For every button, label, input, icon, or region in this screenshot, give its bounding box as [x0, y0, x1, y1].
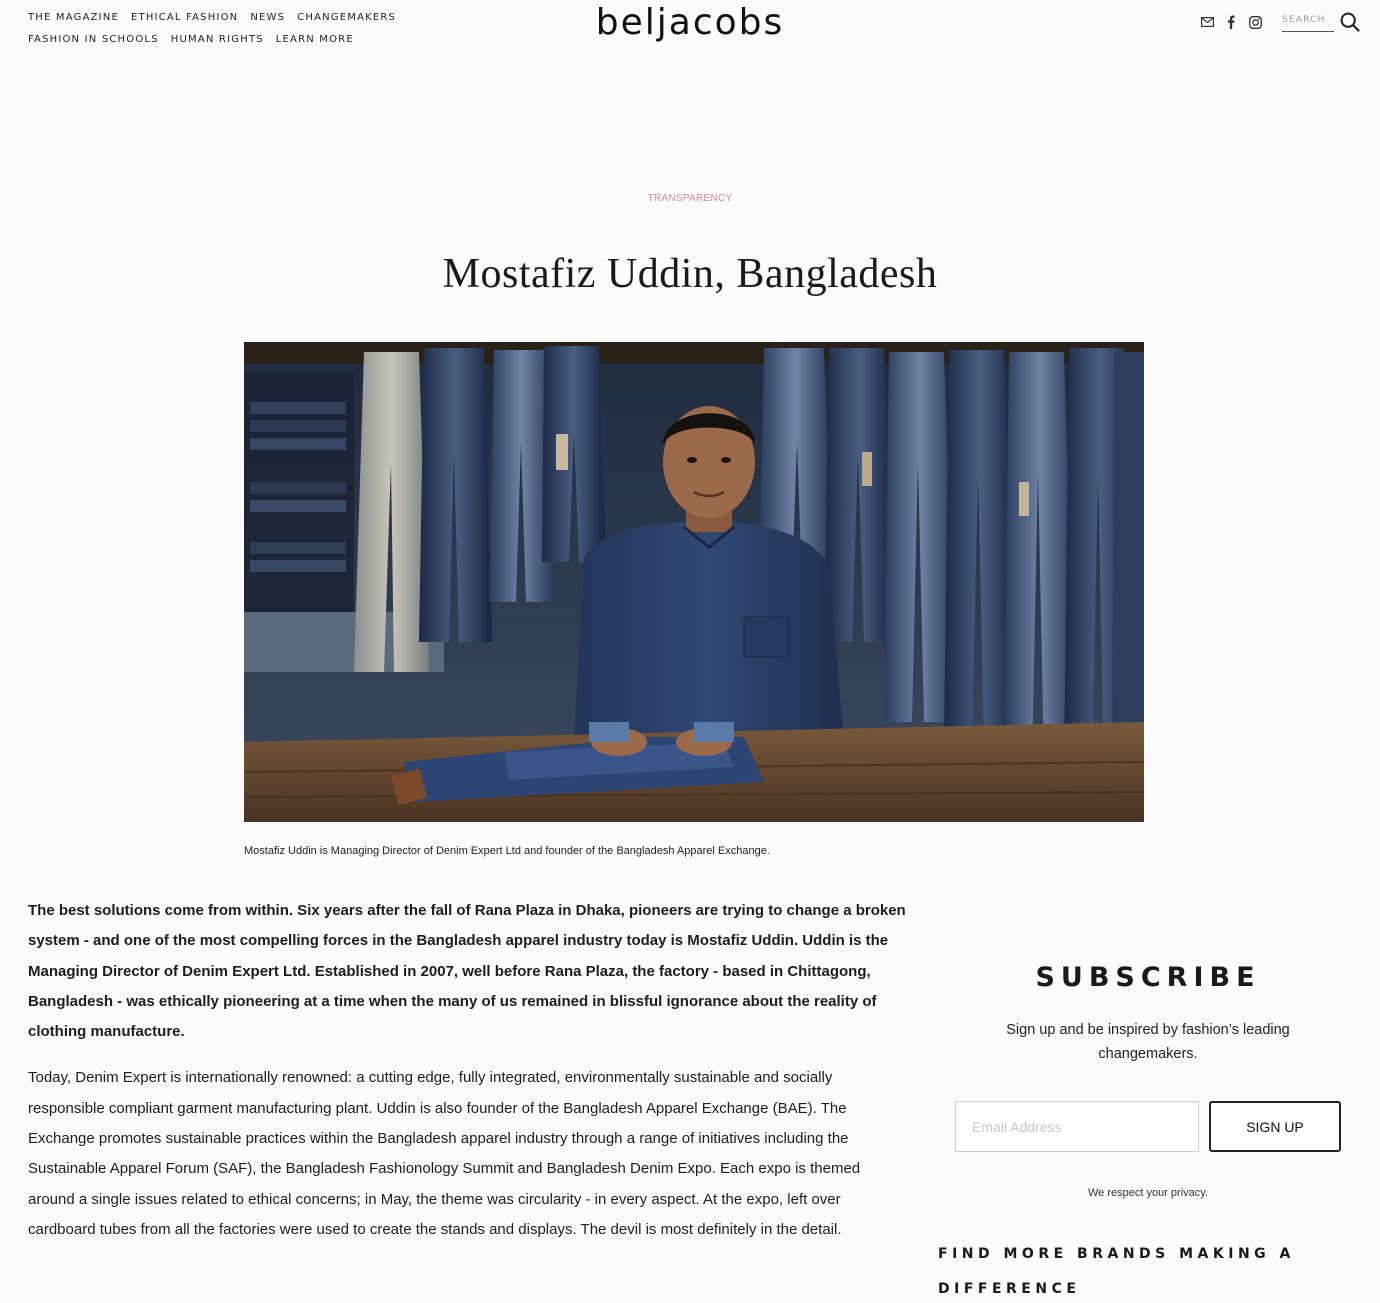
- nav-item-changemakers[interactable]: CHANGEMAKERS: [297, 12, 396, 23]
- nav-row-1: THE MAGAZINE ETHICAL FASHION NEWS CHANGE…: [28, 6, 428, 28]
- subscribe-description: Sign up and be inspired by fashion’s lea…: [1006, 1022, 1290, 1062]
- nav-item-learn-more[interactable]: LEARN MORE: [276, 34, 354, 45]
- article-paragraph: Today, Denim Expert is internationally r…: [28, 1069, 861, 1238]
- article-category[interactable]: TRANSPARENCY: [0, 193, 1380, 204]
- header-tools: [1200, 12, 1360, 32]
- hero-photo: [244, 342, 1144, 822]
- nav-item-news[interactable]: NEWS: [250, 12, 285, 23]
- signup-button[interactable]: SIGN UP: [1209, 1101, 1341, 1152]
- article-body: The best solutions come from within. Six…: [28, 896, 908, 1261]
- main-nav: THE MAGAZINE ETHICAL FASHION NEWS CHANGE…: [28, 6, 428, 50]
- photo-caption: Mostafiz Uddin is Managing Director of D…: [244, 845, 770, 857]
- nav-item-the-magazine[interactable]: THE MAGAZINE: [28, 12, 119, 23]
- nav-row-2: FASHION IN SCHOOLS HUMAN RIGHTS LEARN MO…: [28, 28, 428, 50]
- nav-item-human-rights[interactable]: HUMAN RIGHTS: [171, 34, 264, 45]
- privacy-note: We respect your privacy.: [1087, 1187, 1209, 1199]
- search-box: [1282, 12, 1360, 32]
- nav-item-ethical-fashion[interactable]: ETHICAL FASHION: [131, 12, 238, 23]
- find-more-brands-heading: FIND MORE BRANDS MAKING A DIFFERENCE: [938, 1246, 1295, 1297]
- mail-icon[interactable]: [1200, 15, 1214, 29]
- subscribe-title: SUBSCRIBE: [1035, 962, 1261, 993]
- search-icon[interactable]: [1340, 12, 1360, 32]
- nav-item-fashion-in-schools[interactable]: FASHION IN SCHOOLS: [28, 34, 159, 45]
- instagram-icon[interactable]: [1248, 15, 1262, 29]
- facebook-icon[interactable]: [1224, 15, 1238, 29]
- article-title: Mostafiz Uddin, Bangladesh: [442, 251, 938, 297]
- email-field[interactable]: [955, 1101, 1199, 1152]
- site-logo[interactable]: beljacobs: [596, 2, 785, 43]
- article-lead: The best solutions come from within. Six…: [28, 902, 906, 1041]
- search-input[interactable]: [1282, 12, 1334, 32]
